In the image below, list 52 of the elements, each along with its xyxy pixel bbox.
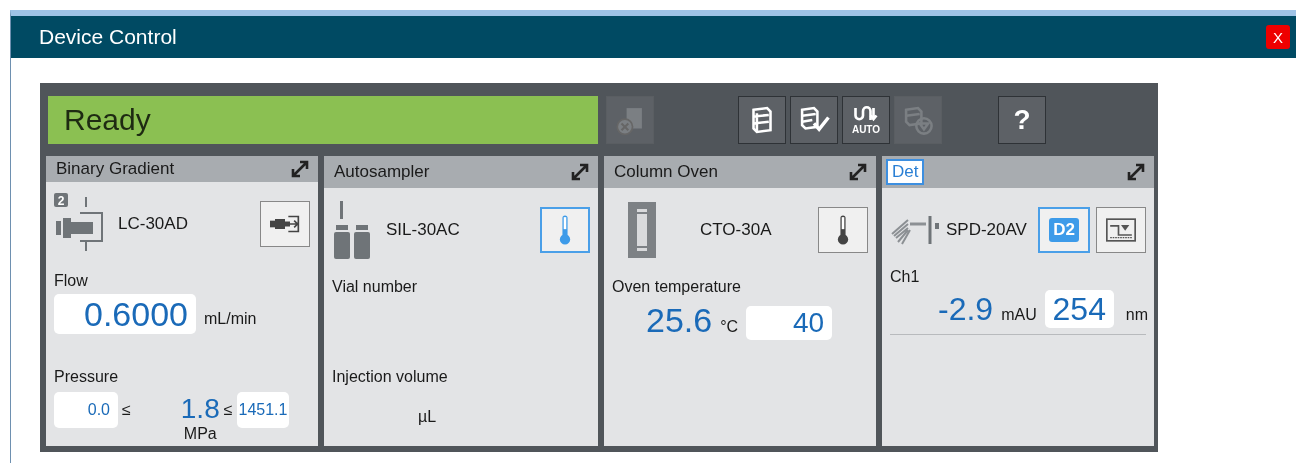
unit-label: MPa: [183, 426, 217, 444]
unit-label: nm: [1125, 306, 1148, 325]
help-button[interactable]: ?: [998, 95, 1046, 144]
lamp-button[interactable]: D2: [1038, 207, 1090, 253]
flow-field[interactable]: 0.6000: [54, 294, 196, 334]
module-title[interactable]: Column Oven: [608, 159, 724, 185]
thermometer-icon: [559, 214, 571, 246]
unit-label: °C: [720, 318, 739, 337]
zero-button[interactable]: [1096, 207, 1146, 253]
field-label: Oven temperature: [612, 278, 742, 296]
status-text: Ready: [63, 102, 151, 137]
window-title: Device Control: [39, 25, 177, 49]
column-icon: [628, 202, 656, 258]
field-label: Vial number: [332, 278, 419, 296]
auto-button[interactable]: AUTO: [842, 95, 890, 144]
purge-button[interactable]: [260, 201, 310, 247]
model-name: SIL-30AC: [386, 220, 461, 240]
pressure-reading: 1.8: [180, 392, 220, 426]
expand-icon[interactable]: [570, 162, 590, 182]
expand-icon[interactable]: [1126, 162, 1146, 182]
unit-label: mL/min: [204, 310, 257, 329]
pressure-min-field[interactable]: 0.0: [54, 392, 118, 428]
expand-icon[interactable]: [848, 162, 868, 182]
temperature-reading: 25.6: [646, 300, 713, 340]
model-name: CTO-30A: [700, 220, 773, 240]
field-label: Flow: [54, 272, 89, 290]
field-label: Injection volume: [332, 368, 449, 386]
absorbance-reading: -2.9: [938, 290, 994, 328]
less-equal-sign: ≤: [122, 400, 131, 420]
expand-icon[interactable]: [290, 159, 310, 179]
verify-button[interactable]: [790, 95, 838, 144]
thermometer-button[interactable]: [818, 207, 868, 253]
autozero-icon: [1106, 218, 1136, 242]
syringe-icon: [268, 214, 302, 234]
module-title[interactable]: Binary Gradient: [50, 156, 181, 182]
thermometer-icon: [837, 214, 849, 246]
field-label: Pressure: [54, 368, 120, 386]
temperature-field[interactable]: 40: [746, 306, 833, 340]
less-equal-sign: ≤: [223, 400, 233, 420]
model-name: SPD-20AV: [946, 220, 1028, 240]
module-title[interactable]: Autosampler: [328, 159, 436, 185]
unit-label: mAU: [1001, 306, 1037, 325]
model-name: LC-30AD: [118, 214, 189, 234]
pressure-max-field[interactable]: 1451.1: [236, 392, 289, 428]
unit-label: µL: [418, 408, 437, 427]
detector-icon: [890, 214, 942, 246]
wavelength-field[interactable]: 254: [1044, 290, 1114, 328]
vials-icon: [332, 201, 372, 259]
module-title[interactable]: Det: [886, 159, 925, 185]
channel-label: Ch1: [890, 268, 921, 286]
stack-button[interactable]: [738, 95, 786, 144]
close-button[interactable]: X: [1266, 25, 1290, 49]
